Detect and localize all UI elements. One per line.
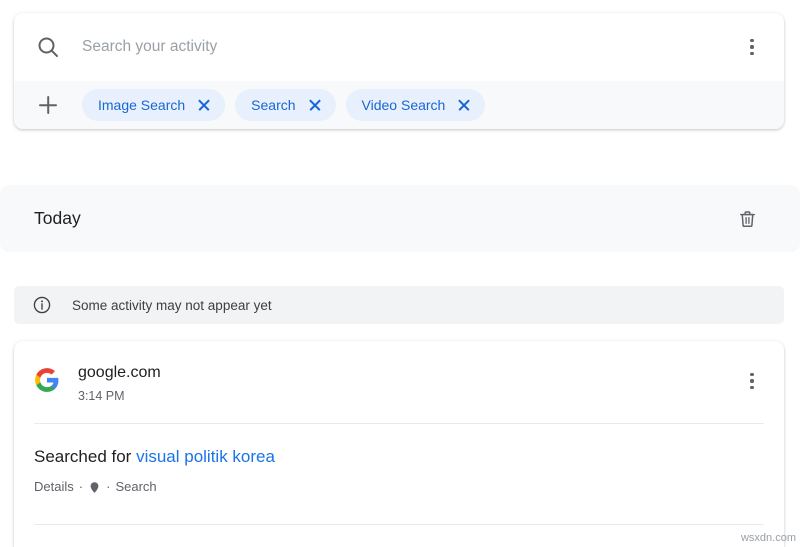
filter-chip-image-search[interactable]: Image Search bbox=[82, 89, 225, 121]
activity-card-body: Searched for visual politik korea Detail… bbox=[14, 424, 784, 496]
activity-action-line: Searched for visual politik korea bbox=[34, 446, 764, 468]
info-icon bbox=[32, 295, 52, 315]
activity-product-label: Search bbox=[115, 478, 156, 496]
activity-notice-text: Some activity may not appear yet bbox=[72, 298, 272, 313]
search-input[interactable] bbox=[82, 38, 734, 56]
filter-chip-search[interactable]: Search bbox=[235, 89, 335, 121]
more-vert-icon-dot bbox=[750, 45, 753, 48]
activity-card-bottom-divider bbox=[34, 524, 764, 525]
meta-separator: · bbox=[79, 478, 83, 496]
activity-notice-banner: Some activity may not appear yet bbox=[14, 286, 784, 324]
activity-site-name: google.com bbox=[78, 363, 734, 383]
watermark-text: wsxdn.com bbox=[741, 532, 796, 544]
search-icon bbox=[36, 35, 60, 59]
activity-item-card: google.com 3:14 PM Searched for visual p… bbox=[14, 341, 784, 547]
activity-card-header: google.com 3:14 PM bbox=[14, 341, 784, 404]
more-vert-icon bbox=[750, 39, 753, 42]
activity-timestamp: 3:14 PM bbox=[78, 388, 734, 404]
activity-details-link[interactable]: Details bbox=[34, 478, 74, 496]
search-card: Image Search Search Video Search bbox=[14, 13, 784, 129]
activity-site-info: google.com 3:14 PM bbox=[78, 363, 734, 404]
more-vert-icon bbox=[750, 373, 753, 376]
search-bar-row bbox=[14, 13, 784, 81]
day-group-title: Today bbox=[34, 208, 730, 229]
close-icon[interactable] bbox=[196, 97, 212, 113]
close-icon[interactable] bbox=[307, 97, 323, 113]
activity-meta-line: Details · · Search bbox=[34, 478, 764, 496]
activity-query-link[interactable]: visual politik korea bbox=[136, 447, 275, 466]
trash-icon bbox=[737, 208, 758, 229]
filter-chip-label: Video Search bbox=[362, 98, 446, 112]
filter-chips-row: Image Search Search Video Search bbox=[14, 81, 784, 129]
more-vert-icon-dot bbox=[750, 386, 753, 389]
google-logo-icon bbox=[34, 367, 60, 393]
activity-item-menu-button[interactable] bbox=[734, 363, 770, 399]
activity-action-prefix: Searched for bbox=[34, 447, 136, 466]
close-icon[interactable] bbox=[456, 97, 472, 113]
day-group-header: Today bbox=[0, 185, 800, 252]
filter-chip-label: Search bbox=[251, 98, 295, 112]
more-vert-icon-dot bbox=[750, 52, 753, 55]
add-filter-button[interactable] bbox=[34, 91, 62, 119]
delete-day-activity-button[interactable] bbox=[730, 202, 764, 236]
location-pin-icon bbox=[88, 481, 101, 494]
search-options-menu-button[interactable] bbox=[734, 29, 770, 65]
filter-chip-video-search[interactable]: Video Search bbox=[346, 89, 486, 121]
meta-separator: · bbox=[106, 478, 110, 496]
filter-chip-label: Image Search bbox=[98, 98, 185, 112]
more-vert-icon-dot bbox=[750, 379, 753, 382]
